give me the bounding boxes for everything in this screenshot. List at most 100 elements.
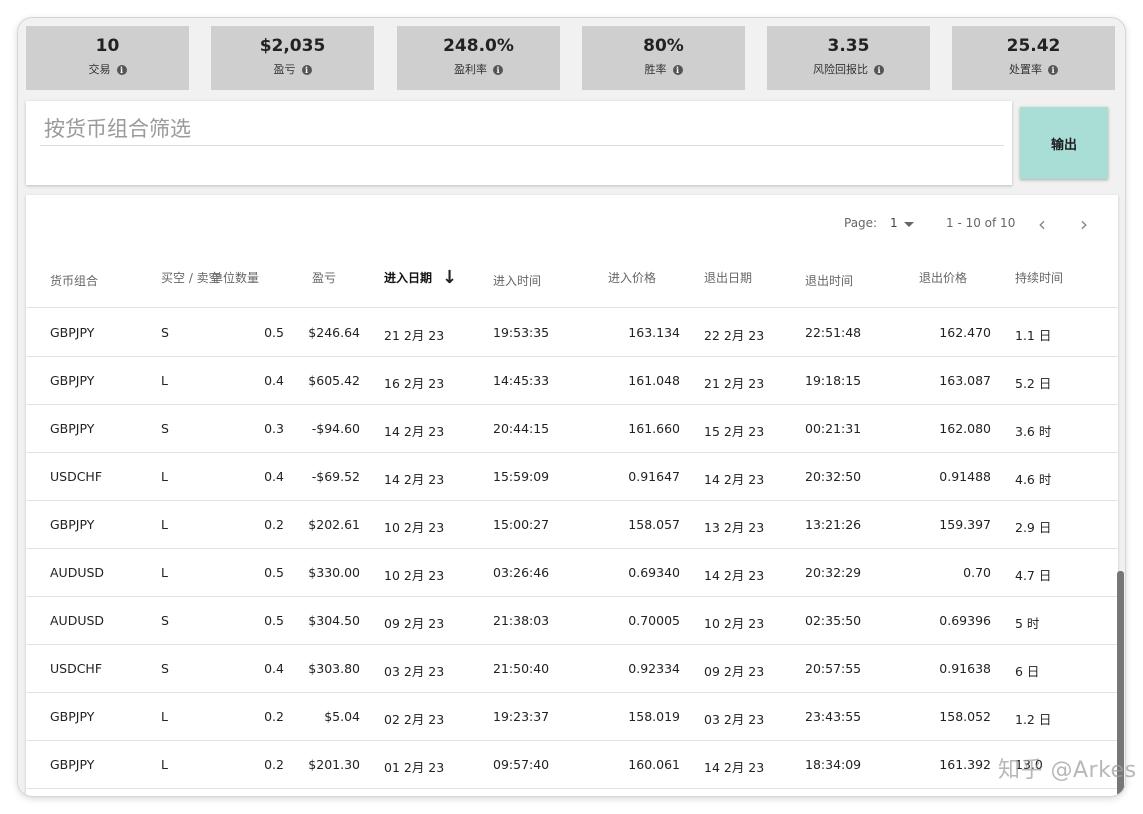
table-cell: 161.660 [628, 421, 680, 436]
chevron-left-icon[interactable]: ‹ [1038, 212, 1046, 236]
stat-card: 10 交易 i [26, 26, 189, 90]
table-cell: GBPJPY [50, 373, 95, 388]
table-cell: 0.4 [264, 373, 284, 388]
column-header[interactable]: 进入时间 [493, 272, 541, 289]
table-cell: 0.5 [264, 565, 284, 580]
table-cell: 0.69340 [628, 565, 680, 580]
table-cell: 161.392 [939, 757, 991, 772]
table-cell: 0.4 [264, 469, 284, 484]
column-header[interactable]: 退出时间 [805, 272, 853, 289]
table-cell: 0.2 [264, 709, 284, 724]
table-row[interactable]: GBPJPY L 0.2 $202.61 10 2月 23 15:00:27 158.057… [26, 500, 1118, 549]
stat-card: 25.42 处置率 i [952, 26, 1115, 90]
table-cell: 03 2月 23 [384, 664, 445, 679]
page-label: Page: [844, 216, 878, 230]
table-cell: 22:51:48 [805, 325, 862, 340]
table-cell: L [161, 469, 168, 484]
page-select[interactable]: 1 [890, 216, 898, 230]
table-cell: 09:57:40 [493, 757, 550, 772]
stat-label: 风险回报比 [813, 63, 868, 76]
sort-descending-icon[interactable]: ↓ [442, 267, 457, 288]
column-header[interactable]: 进入日期 [384, 269, 432, 286]
table-cell: 0.3 [264, 421, 284, 436]
table-cell: 5 时 [1015, 616, 1040, 631]
table-cell: 2.9 日 [1015, 520, 1052, 535]
info-icon[interactable]: i [874, 65, 884, 75]
column-header[interactable]: 单位数量 [211, 269, 259, 286]
table-cell: 0.5 [264, 325, 284, 340]
table-cell: $605.42 [308, 373, 360, 388]
stat-label: 盈利率 [454, 63, 487, 76]
table-row[interactable]: USDCHF L 0.4 -$69.52 14 2月 23 15:59:09 0.91647… [26, 452, 1118, 501]
info-icon[interactable]: i [493, 65, 503, 75]
table-row[interactable]: GBPJPY L 0.2 $5.04 02 2月 23 19:23:37 158.019 03… [26, 692, 1118, 741]
chevron-right-icon[interactable]: › [1080, 212, 1088, 236]
stat-card: $2,035 盈亏 i [211, 26, 374, 90]
page-range: 1 - 10 of 10 [946, 216, 1016, 230]
table-cell: $330.00 [308, 565, 360, 580]
stat-label: 交易 [88, 63, 111, 76]
table-cell: 22 2月 23 [704, 328, 765, 343]
table-cell: 158.057 [628, 517, 680, 532]
table-row[interactable]: USDCHF S 0.4 $303.80 03 2月 23 21:50:40 0.92334… [26, 644, 1118, 693]
table-row[interactable]: GBPJPY L 0.4 $605.42 16 2月 23 14:45:33 161.048… [26, 356, 1118, 405]
export-button[interactable]: 输出 [1020, 107, 1108, 179]
info-icon[interactable]: i [1048, 65, 1058, 75]
table-row[interactable]: GBPJPY S 0.5 $246.64 21 2月 23 19:53:35 163.134… [26, 308, 1118, 357]
table-cell: $246.64 [308, 325, 360, 340]
table-cell: 20:44:15 [493, 421, 550, 436]
column-header[interactable]: 退出日期 [704, 269, 752, 286]
info-icon[interactable]: i [672, 65, 683, 75]
table-cell: 0.70005 [628, 613, 680, 628]
currency-pair-filter-input[interactable] [40, 113, 1004, 146]
watermark: 知乎 @Arkes [998, 758, 1137, 783]
table-cell: 14 2月 23 [384, 424, 445, 439]
table-cell: 00:21:31 [805, 421, 862, 436]
column-header[interactable]: 持续时间 [1015, 269, 1063, 286]
table-cell: S [161, 325, 169, 340]
info-icon[interactable]: i [116, 65, 127, 75]
table-cell: 0.5 [264, 613, 284, 628]
table-cell: 163.134 [628, 325, 680, 340]
column-header[interactable]: 进入价格 [608, 269, 656, 286]
table-cell: L [161, 709, 168, 724]
table-row[interactable]: AUDUSD S 0.5 $304.50 09 2月 23 21:38:03 0.70005… [26, 596, 1118, 645]
caret-down-icon[interactable] [904, 222, 914, 227]
table-cell: S [161, 661, 169, 676]
table-row[interactable]: AUDUSD L 0.5 $330.00 10 2月 23 03:26:46 0.69340… [26, 548, 1118, 597]
stat-label: 盈亏 [273, 63, 296, 76]
table-cell: 15:59:09 [493, 469, 550, 484]
stat-value: 25.42 [1006, 36, 1061, 56]
table-cell: GBPJPY [50, 709, 95, 724]
table-row[interactable]: GBPJPY S 0.3 -$94.60 14 2月 23 20:44:15 161.660… [26, 404, 1118, 453]
table-cell: 03:26:46 [493, 565, 550, 580]
table-cell: 163.087 [939, 373, 991, 388]
trades-table: Page: 1 1 - 10 of 10 ‹ › 货币组合 买空 / 卖空 单位数量… [26, 195, 1118, 796]
info-icon[interactable]: i [301, 65, 312, 75]
table-cell: 0.69396 [939, 613, 991, 628]
table-cell: 19:23:37 [493, 709, 550, 724]
table-cell: 03 2月 23 [704, 712, 765, 727]
table-cell: 18:34:09 [805, 757, 862, 772]
column-header[interactable]: 退出价格 [919, 269, 967, 286]
table-cell: 14 2月 23 [384, 472, 445, 487]
column-header[interactable]: 盈亏 [312, 269, 336, 286]
column-header[interactable]: 货币组合 [50, 272, 98, 289]
table-cell: 0.70 [963, 565, 991, 580]
table-cell: 20:32:50 [805, 469, 862, 484]
table-cell: -$94.60 [311, 421, 360, 436]
stat-value: 80% [643, 36, 684, 56]
table-cell: GBPJPY [50, 757, 95, 772]
table-cell: 158.052 [939, 709, 991, 724]
table-cell: 16 2月 23 [384, 376, 445, 391]
table-row[interactable]: GBPJPY L 0.2 $201.30 01 2月 23 09:57:40 160.061… [26, 740, 1118, 789]
table-cell: 14 2月 23 [704, 472, 765, 487]
table-cell: GBPJPY [50, 517, 95, 532]
table-cell: 160.061 [628, 757, 680, 772]
table-cell: L [161, 517, 168, 532]
table-cell: 162.080 [939, 421, 991, 436]
table-cell: $201.30 [308, 757, 360, 772]
stat-value: 248.0% [443, 36, 514, 56]
stat-label: 处置率 [1009, 63, 1042, 76]
table-cell: 10 2月 23 [384, 568, 445, 583]
